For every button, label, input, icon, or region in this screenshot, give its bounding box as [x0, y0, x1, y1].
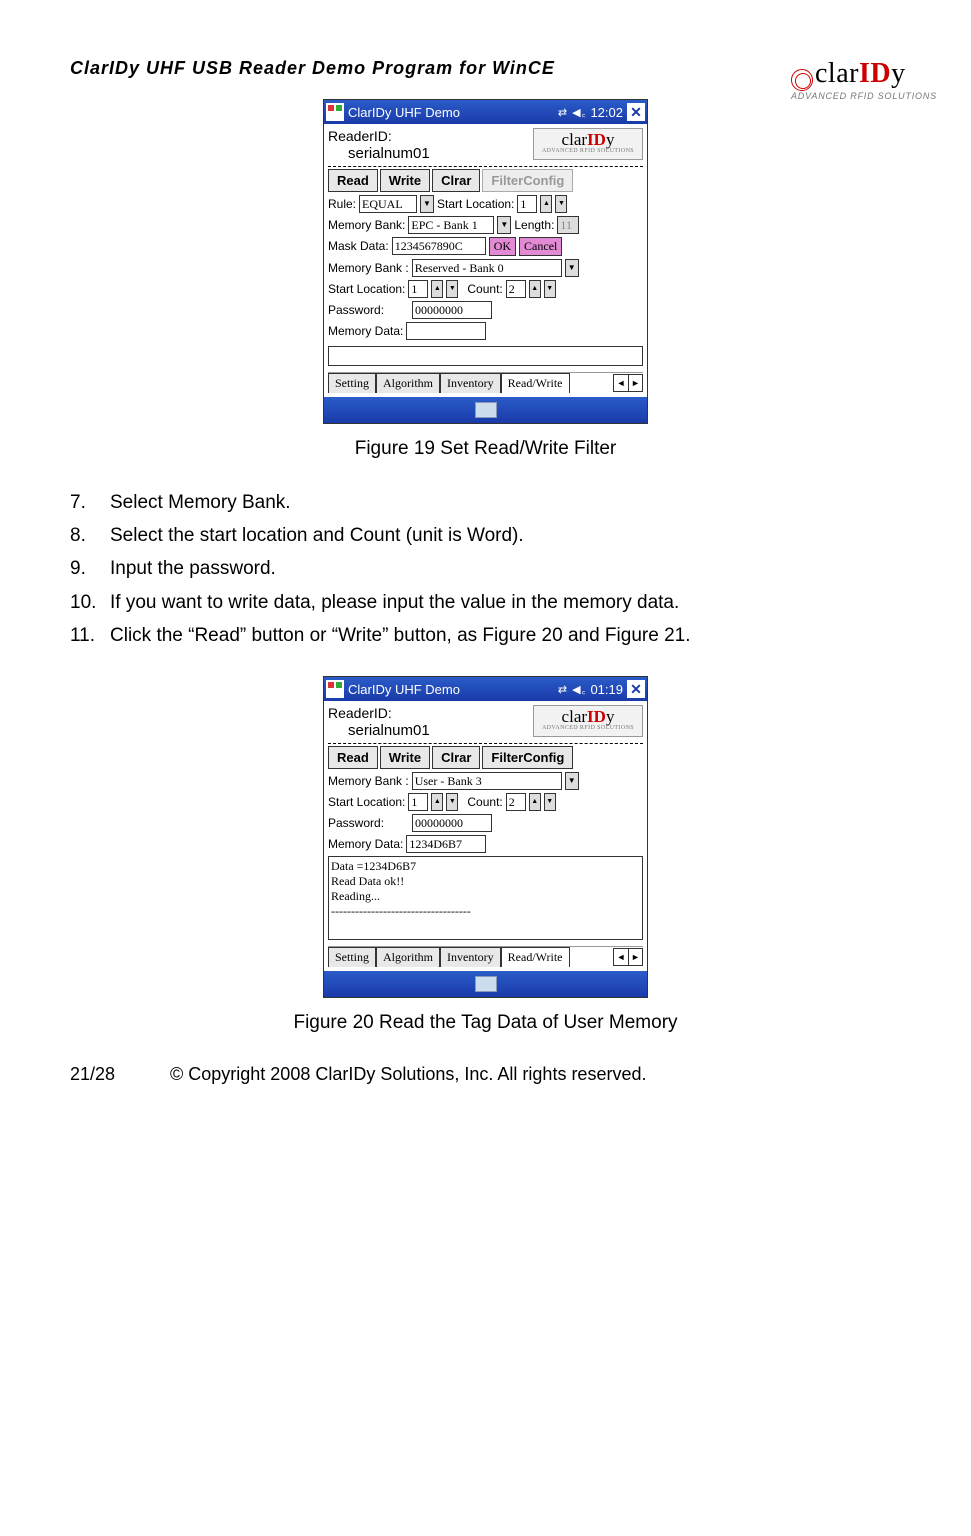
spin-up-icon[interactable]: ▲ — [540, 195, 552, 213]
tab-inventory[interactable]: Inventory — [440, 373, 501, 393]
dropdown-icon[interactable]: ▼ — [497, 216, 511, 234]
write-button[interactable]: Write — [380, 169, 430, 192]
membank2-label: Memory Bank : — [328, 261, 409, 275]
startloc-input[interactable]: 1 — [408, 793, 428, 811]
tab-algorithm[interactable]: Algorithm — [376, 947, 440, 967]
spin-up-icon[interactable]: ▲ — [529, 280, 541, 298]
count-input[interactable]: 2 — [506, 793, 526, 811]
figure19-caption: Figure 19 Set Read/Write Filter — [70, 438, 901, 460]
screenshot-fig20: ClarIDy UHF Demo ⇄ ◀꜀ 01:19 ✕ clarIDy AD… — [323, 676, 648, 998]
spin-up-icon[interactable]: ▲ — [529, 793, 541, 811]
clear-button[interactable]: Clrar — [432, 746, 480, 769]
app-title: ClarIDy UHF Demo — [348, 105, 460, 120]
spin-down-icon[interactable]: ▼ — [446, 280, 458, 298]
membank-label: Memory Bank: — [328, 218, 405, 232]
length-label: Length: — [514, 218, 554, 232]
startloc2-input[interactable]: 1 — [408, 280, 428, 298]
count-label: Count: — [467, 795, 502, 809]
doc-title: ClarIDy UHF USB Reader Demo Program for … — [70, 58, 901, 79]
output-field[interactable] — [328, 346, 643, 366]
tab-setting[interactable]: Setting — [328, 373, 376, 393]
instruction-list: 7.Select Memory Bank. 8.Select the start… — [70, 486, 901, 652]
tab-setting[interactable]: Setting — [328, 947, 376, 967]
tab-readwrite[interactable]: Read/Write — [501, 947, 570, 967]
password-input[interactable]: 00000000 — [412, 814, 492, 832]
mask-input[interactable]: 1234567890C — [392, 237, 486, 255]
memdata-input[interactable] — [406, 322, 486, 340]
tab-scroll[interactable]: ◄► — [613, 374, 643, 392]
figure20-caption: Figure 20 Read the Tag Data of User Memo… — [70, 1012, 901, 1034]
rule-label: Rule: — [328, 197, 356, 211]
read-button[interactable]: Read — [328, 169, 378, 192]
page-footer: 21/28 © Copyright 2008 ClarIDy Solutions… — [70, 1064, 901, 1085]
memdata-label: Memory Data: — [328, 837, 403, 851]
keyboard-icon[interactable] — [475, 402, 497, 418]
password-input[interactable]: 00000000 — [412, 301, 492, 319]
start-icon[interactable] — [326, 680, 344, 698]
count-input[interactable]: 2 — [506, 280, 526, 298]
membank-select[interactable]: EPC - Bank 1 — [408, 216, 494, 234]
ok-button[interactable]: OK — [489, 237, 516, 256]
start-icon[interactable] — [326, 103, 344, 121]
startloc-label: Start Location: — [328, 795, 405, 809]
dropdown-icon[interactable]: ▼ — [565, 772, 579, 790]
password-label: Password: — [328, 816, 384, 830]
tab-scroll[interactable]: ◄► — [613, 948, 643, 966]
startloc-input[interactable]: 1 — [517, 195, 537, 213]
close-icon[interactable]: ✕ — [627, 680, 645, 698]
brand-logo: clarIDy ADVANCED RFID SOLUTIONS — [791, 58, 971, 101]
status-icons: ⇄ ◀꜀ — [558, 682, 587, 697]
filterconfig-button[interactable]: FilterConfig — [482, 746, 573, 769]
tab-inventory[interactable]: Inventory — [440, 947, 501, 967]
startloc-label: Start Location: — [437, 197, 514, 211]
length-input: 11 — [557, 216, 579, 234]
clear-button[interactable]: Clrar — [432, 169, 480, 192]
membank-select[interactable]: User - Bank 3 — [412, 772, 562, 790]
memdata-input[interactable]: 1234D6B7 — [406, 835, 486, 853]
clock: 01:19 — [590, 682, 623, 697]
tab-algorithm[interactable]: Algorithm — [376, 373, 440, 393]
mini-logo: clarIDy ADVANCED RFID SOLUTIONS — [533, 128, 643, 160]
membank-label: Memory Bank : — [328, 774, 409, 788]
screenshot-fig19: ClarIDy UHF Demo ⇄ ◀꜀ 12:02 ✕ clarIDy AD… — [323, 99, 648, 424]
spin-down-icon[interactable]: ▼ — [446, 793, 458, 811]
memdata-label: Memory Data: — [328, 324, 403, 338]
mini-logo: clarIDy ADVANCED RFID SOLUTIONS — [533, 705, 643, 737]
keyboard-icon[interactable] — [475, 976, 497, 992]
startloc2-label: Start Location: — [328, 282, 405, 296]
log-output: Data =1234D6B7 Read Data ok!! Reading...… — [328, 856, 643, 940]
spin-down-icon[interactable]: ▼ — [555, 195, 567, 213]
page-number: 21/28 — [70, 1064, 170, 1085]
spin-down-icon[interactable]: ▼ — [544, 793, 556, 811]
rule-select[interactable]: EQUAL — [359, 195, 417, 213]
clock: 12:02 — [590, 105, 623, 120]
cancel-button[interactable]: Cancel — [519, 237, 562, 256]
membank2-select[interactable]: Reserved - Bank 0 — [412, 259, 562, 277]
spin-down-icon[interactable]: ▼ — [544, 280, 556, 298]
copyright: © Copyright 2008 ClarIDy Solutions, Inc.… — [170, 1064, 646, 1085]
app-title: ClarIDy UHF Demo — [348, 682, 460, 697]
read-button[interactable]: Read — [328, 746, 378, 769]
spin-up-icon[interactable]: ▲ — [431, 280, 443, 298]
close-icon[interactable]: ✕ — [627, 103, 645, 121]
status-icons: ⇄ ◀꜀ — [558, 105, 587, 120]
tab-readwrite[interactable]: Read/Write — [501, 373, 570, 393]
filterconfig-button[interactable]: FilterConfig — [482, 169, 573, 192]
dropdown-icon[interactable]: ▼ — [420, 195, 434, 213]
mask-label: Mask Data: — [328, 239, 389, 253]
spin-up-icon[interactable]: ▲ — [431, 793, 443, 811]
write-button[interactable]: Write — [380, 746, 430, 769]
password-label: Password: — [328, 303, 384, 317]
count-label: Count: — [467, 282, 502, 296]
dropdown-icon[interactable]: ▼ — [565, 259, 579, 277]
